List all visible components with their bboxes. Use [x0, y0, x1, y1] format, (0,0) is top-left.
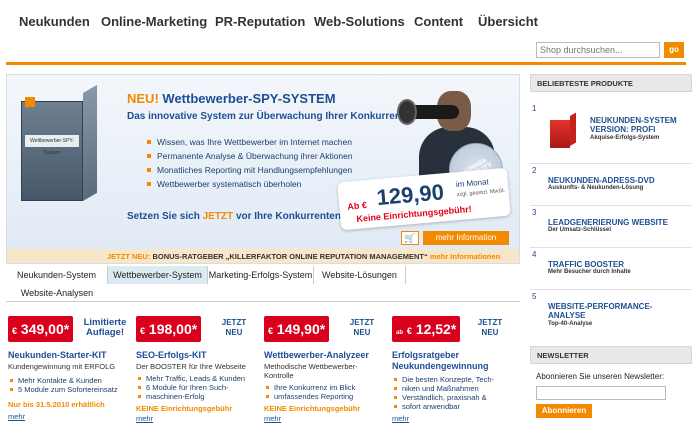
- card-price: € 198,00*: [136, 316, 202, 342]
- search-go-button[interactable]: go: [664, 42, 684, 58]
- card-feature-list: Ihre Konkurrenz im Blick umfassendes Rep…: [266, 383, 355, 401]
- newsletter-email-input[interactable]: [536, 386, 666, 400]
- card-price: € 149,90*: [264, 316, 330, 342]
- card-note: KEINE Einrichtungsgebühr: [264, 404, 361, 413]
- newsletter-text: Abonnieren Sie unseren Newsletter:: [536, 372, 665, 381]
- list-item: Wettbewerber systematisch überholen: [147, 177, 353, 191]
- nav-item-content[interactable]: Content: [414, 14, 463, 29]
- card-title[interactable]: Erfolgsratgeber: [392, 350, 459, 361]
- card-badge: JETZT NEU: [221, 318, 247, 337]
- tab-neukunden-system[interactable]: Neukunden-System: [6, 266, 108, 284]
- product-cards: € 349,00* Limitierte Auflage! Neukunden-…: [6, 310, 520, 440]
- card-title[interactable]: Wettbewerber-Analyzeer: [264, 350, 369, 361]
- list-item: Die besten Konzepte, Tech-: [394, 375, 494, 384]
- list-item[interactable]: 5 WEBSITE-PERFORMANCE- ANALYSE Top-40-An…: [530, 292, 692, 338]
- list-item: 6 Module für Ihren Such-: [138, 383, 245, 392]
- card-more-link[interactable]: mehr: [8, 412, 25, 421]
- hero-banner[interactable]: Wettbewerber-SPY-System NEU! Wettbewerbe…: [6, 74, 520, 264]
- banner-cta: Setzen Sie sich JETZT vor Ihre Konkurren…: [127, 211, 341, 222]
- card-price: ab € 12,52*: [392, 316, 461, 342]
- product-box-image: Wettbewerber-SPY-System: [21, 84, 97, 203]
- search-input[interactable]: [536, 42, 660, 58]
- product-card[interactable]: € 198,00* JETZT NEU SEO-Erfolgs-KIT Der …: [136, 310, 260, 440]
- nav-item-uebersicht[interactable]: Übersicht: [478, 14, 538, 29]
- nav-item-neukunden[interactable]: Neukunden: [19, 14, 90, 29]
- card-title[interactable]: Neukunden-Starter-KIT: [8, 350, 107, 361]
- banner-feature-list: Wissen, was Ihre Wettbewerber im Interne…: [147, 135, 353, 191]
- list-item: 5 Module zum Sofortereinsatz: [10, 385, 118, 394]
- list-item: umfassendes Reporting: [266, 392, 355, 401]
- card-badge: JETZT NEU: [349, 318, 375, 337]
- top-navigation: Neukunden Online-Marketing PR-Reputation…: [0, 0, 700, 44]
- list-item: maschinen-Erfolg: [138, 392, 245, 401]
- subscribe-button[interactable]: Abonnieren: [536, 404, 592, 418]
- list-item[interactable]: 3 LEADGENERIERUNG WEBSITE Der Umsatz-Sch…: [530, 208, 692, 248]
- card-feature-list: Die besten Konzepte, Tech- niken und Maß…: [394, 375, 494, 411]
- list-item: niken und Maßnahmen: [394, 384, 494, 393]
- category-tabs: Neukunden-System Wettbewerber-System Mar…: [6, 266, 520, 302]
- product-card[interactable]: € 349,00* Limitierte Auflage! Neukunden-…: [8, 310, 132, 440]
- more-info-button[interactable]: mehr Information: [423, 231, 509, 245]
- list-item: Monatliches Reporting mit Handlungsempfe…: [147, 163, 353, 177]
- strip-more-link[interactable]: mehr Informationen: [430, 252, 500, 261]
- card-feature-list: Mehr Kontakte & Kunden 5 Module zum Sofo…: [10, 376, 118, 394]
- card-more-link[interactable]: mehr: [136, 414, 153, 423]
- list-item[interactable]: 4 TRAFFIC BOOSTER Mehr Besucher durch In…: [530, 250, 692, 290]
- card-price: € 349,00*: [8, 316, 74, 342]
- card-title-line2[interactable]: Neukundengewinnung: [392, 361, 489, 372]
- brand-logo-icon: [25, 97, 35, 107]
- card-note: Nur bis 31.5.2010 erhältlich: [8, 400, 105, 409]
- product-box-label: Wettbewerber-SPY-System: [25, 135, 79, 156]
- banner-price-tag: Ab € 129,90 im Monat zzgl. gesetzl. MwSt…: [337, 167, 511, 231]
- nav-item-online-marketing[interactable]: Online-Marketing: [101, 14, 207, 29]
- nav-item-web-solutions[interactable]: Web-Solutions: [314, 14, 405, 29]
- product-card[interactable]: € 149,90* JETZT NEU Wettbewerber-Analyze…: [264, 310, 388, 440]
- card-feature-list: Mehr Traffic, Leads & Kunden 6 Module fü…: [138, 374, 245, 401]
- card-title[interactable]: SEO-Erfolgs-KIT: [136, 350, 207, 361]
- tab-website-loesungen[interactable]: Website-Lösungen: [314, 266, 406, 284]
- bonus-strip[interactable]: JETZT NEU: BONUS-RATGEBER „KILLERFAKTOR …: [7, 249, 519, 263]
- card-badge: Limitierte Auflage!: [83, 317, 127, 338]
- card-note: KEINE Einrichtungsgebühr: [136, 404, 233, 413]
- tab-website-analysen[interactable]: Website-Analysen: [6, 284, 108, 302]
- card-more-link[interactable]: mehr: [392, 414, 409, 423]
- header-divider: [6, 62, 686, 65]
- list-item[interactable]: 1 NEUKUNDEN-SYSTEM VERSION: PROFI Akquis…: [530, 104, 692, 164]
- product-thumbnail[interactable]: [550, 112, 576, 150]
- cart-icon[interactable]: 🛒: [401, 231, 419, 245]
- top-products-header: BELIEBTESTE PRODUKTE: [530, 74, 692, 92]
- tab-marketing-erfolgs-system[interactable]: Marketing-Erfolgs-System: [208, 266, 314, 284]
- product-card[interactable]: ab € 12,52* JETZT NEU Erfolgsratgeber Ne…: [392, 310, 516, 440]
- card-more-link[interactable]: mehr: [264, 414, 281, 423]
- list-item: Wissen, was Ihre Wettbewerber im Interne…: [147, 135, 353, 149]
- list-item: sofort anwendbar: [394, 402, 494, 411]
- tab-wettbewerber-system[interactable]: Wettbewerber-System: [108, 266, 208, 284]
- list-item: Verständlich, praxisnah &: [394, 393, 494, 402]
- list-item[interactable]: 2 NEUKUNDEN-ADRESS-DVD Auskunfts- & Neuk…: [530, 166, 692, 206]
- nav-item-pr-reputation[interactable]: PR-Reputation: [215, 14, 305, 29]
- list-item: Mehr Kontakte & Kunden: [10, 376, 118, 385]
- list-item: Mehr Traffic, Leads & Kunden: [138, 374, 245, 383]
- list-item: Ihre Konkurrenz im Blick: [266, 383, 355, 392]
- banner-subtitle: Das innovative System zur Überwachung Ih…: [127, 111, 406, 122]
- list-item: Permanente Analyse & Überwachung ihrer A…: [147, 149, 353, 163]
- newsletter-header: NEWSLETTER: [530, 346, 692, 364]
- card-badge: JETZT NEU: [477, 318, 503, 337]
- banner-title: NEU! Wettbewerber-SPY-SYSTEM: [127, 91, 336, 106]
